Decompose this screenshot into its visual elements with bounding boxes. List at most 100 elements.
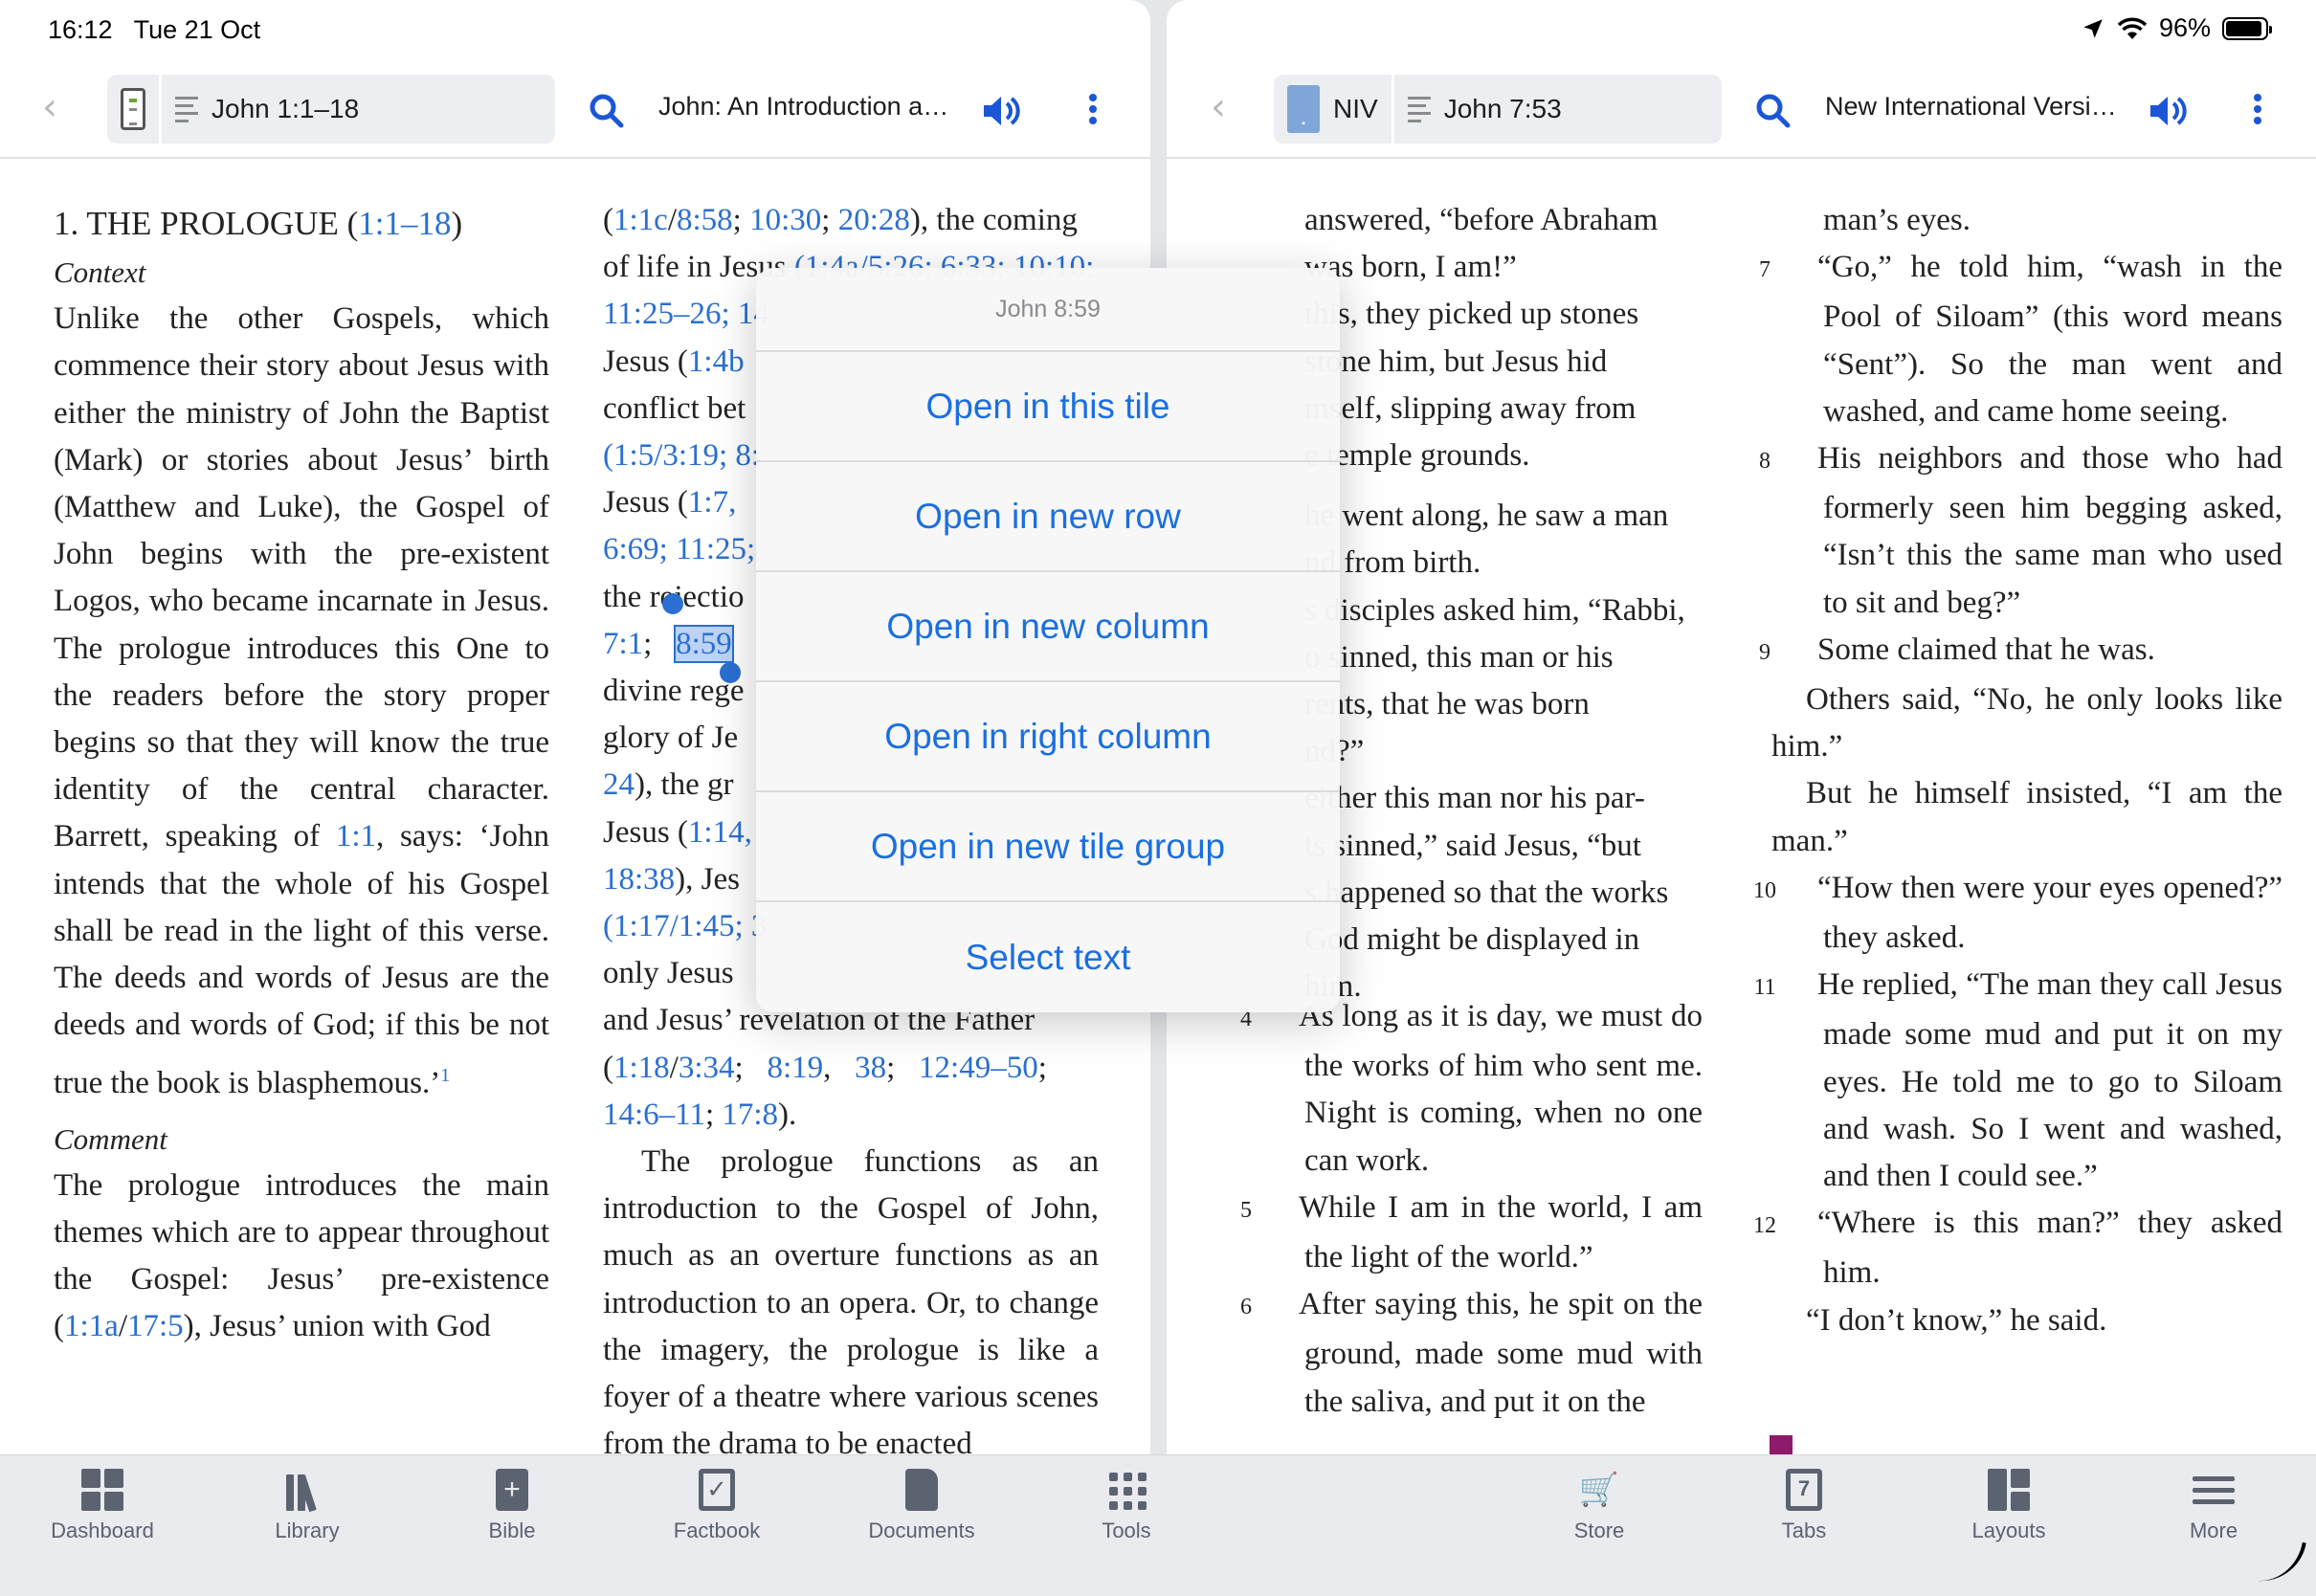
- menu-select-text[interactable]: Select text: [756, 902, 1340, 1012]
- version-label: NIV: [1333, 94, 1378, 123]
- left-reference-button[interactable]: John 1:1–18: [162, 75, 372, 144]
- ref-link[interactable]: 6:69; 11:25;: [603, 532, 755, 566]
- tab-bible[interactable]: + Bible: [445, 1469, 579, 1543]
- selected-ref-link[interactable]: 8:59: [674, 624, 734, 663]
- ref-link[interactable]: 11:25–26; 14: [603, 297, 769, 331]
- ref-link[interactable]: 14:6–11: [603, 1097, 705, 1132]
- ref-link[interactable]: 17:8: [722, 1097, 778, 1132]
- menu-open-in-new-tile-group[interactable]: Open in new tile group: [756, 792, 1340, 902]
- menu-open-in-new-row[interactable]: Open in new row: [756, 462, 1340, 572]
- left-resource-title[interactable]: John: An Introduction a…: [658, 92, 955, 122]
- list-icon: [1407, 96, 1431, 122]
- ref-link[interactable]: (1:5/3:19; 8:: [603, 438, 760, 473]
- verse-number[interactable]: 7: [1759, 247, 1817, 294]
- col2-line: 14:6–11; 17:8).: [603, 1097, 797, 1132]
- verse: 6 After saying this, he spit on the groun…: [1240, 1281, 1703, 1426]
- verse-number[interactable]: 6: [1240, 1284, 1299, 1331]
- bottom-tab-bar: Dashboard Library + Bible ✓ Factbook Doc…: [0, 1454, 2316, 1596]
- ref-link[interactable]: 7:1: [603, 627, 643, 661]
- verse: 8 His neighbors and those who had formerl…: [1759, 435, 2283, 627]
- col2-line: (1:1c/8:58; 10:30; 20:28), the coming: [603, 203, 1078, 237]
- right-more-icon[interactable]: [2248, 88, 2267, 130]
- bible-line: o sinned, this man or his: [1304, 639, 1614, 675]
- ref-link[interactable]: 1:18: [613, 1051, 670, 1085]
- tab-tabs[interactable]: 7 Tabs: [1737, 1469, 1871, 1543]
- left-reference-label: John 1:1–18: [212, 94, 360, 123]
- resource-icon-button[interactable]: [107, 75, 159, 144]
- ref-link[interactable]: 24: [603, 767, 635, 802]
- ref-link[interactable]: 20:28: [838, 203, 910, 237]
- ref-link[interactable]: 1:1a: [64, 1309, 119, 1343]
- bible-line: ts sinned,” said Jesus, “but: [1304, 828, 1641, 863]
- selection-handle-end[interactable]: [720, 662, 741, 683]
- menu-open-in-right-column[interactable]: Open in right column: [756, 682, 1340, 792]
- verse-number[interactable]: 8: [1759, 438, 1817, 485]
- layouts-icon: [1988, 1469, 2030, 1511]
- comment-label: Comment: [54, 1121, 167, 1156]
- bible-icon: +: [496, 1469, 528, 1511]
- right-reference-button[interactable]: John 7:53: [1394, 75, 1575, 144]
- menu-open-in-new-column[interactable]: Open in new column: [756, 572, 1340, 682]
- verse: 11 He replied, “The man they call Jesus m…: [1753, 962, 2283, 1200]
- ref-link[interactable]: (1:17/1:45; 3: [603, 909, 767, 943]
- verse-number[interactable]: 10: [1753, 868, 1817, 915]
- right-resource-title[interactable]: New International Versi…: [1825, 92, 2122, 122]
- left-more-icon[interactable]: [1083, 88, 1102, 130]
- bible-line: But he himself insisted, “I am the man.”: [1771, 776, 2283, 858]
- list-icon: [175, 96, 198, 122]
- ref-link[interactable]: 8:58: [677, 203, 733, 237]
- ref-link[interactable]: 18:38: [603, 862, 675, 897]
- tab-factbook[interactable]: ✓ Factbook: [650, 1469, 784, 1543]
- bible-line: s disciples asked him, “Rabbi,: [1304, 592, 1685, 628]
- tab-store[interactable]: 🛒 Store: [1532, 1469, 1666, 1543]
- verse-number[interactable]: 12: [1753, 1203, 1817, 1250]
- left-reference-box[interactable]: John 1:1–18: [107, 75, 555, 144]
- tab-dashboard[interactable]: Dashboard: [35, 1469, 169, 1543]
- search-icon[interactable]: [586, 90, 628, 132]
- left-column-1: 1. THE PROLOGUE (1:1–18) Context Unlike …: [54, 199, 549, 1351]
- context-paragraph: Unlike the other Gospels, which commence…: [54, 301, 549, 1101]
- tab-library[interactable]: Library: [240, 1469, 374, 1543]
- library-icon: [286, 1469, 328, 1513]
- ref-link[interactable]: 12:49–50: [919, 1051, 1038, 1085]
- speaker-icon[interactable]: [980, 90, 1022, 132]
- speaker-icon[interactable]: [2147, 90, 2189, 132]
- ref-link[interactable]: 38: [855, 1051, 886, 1085]
- bible-line: stone him, but Jesus hid: [1304, 344, 1608, 379]
- verse-number[interactable]: 11: [1753, 964, 1817, 1011]
- tab-more[interactable]: More: [2147, 1469, 2281, 1543]
- ref-link[interactable]: 1:4b: [688, 344, 745, 379]
- ref-link[interactable]: 1:1c: [613, 203, 668, 237]
- dashboard-icon: [81, 1469, 123, 1511]
- right-reference-box[interactable]: ▪ NIV John 7:53: [1274, 75, 1722, 144]
- tab-tools[interactable]: Tools: [1059, 1469, 1193, 1543]
- search-icon[interactable]: [1752, 90, 1794, 132]
- ref-link[interactable]: 17:5: [127, 1309, 184, 1343]
- selection-handle-start[interactable]: [662, 593, 683, 614]
- bible-line: nd from birth.: [1304, 545, 1481, 581]
- bible-line: this, they picked up stones: [1304, 297, 1639, 332]
- ref-link[interactable]: 10:30: [749, 203, 821, 237]
- back-chevron-icon[interactable]: ‹: [42, 86, 80, 128]
- ref-link[interactable]: 1:14,: [688, 815, 752, 850]
- ref-link[interactable]: 1:7,: [688, 485, 736, 520]
- menu-open-in-this-tile[interactable]: Open in this tile: [756, 352, 1340, 462]
- menu-title: John 8:59: [756, 268, 1340, 352]
- ref-link[interactable]: 3:34: [679, 1051, 735, 1085]
- bible-line: he went along, he saw a man: [1304, 499, 1669, 534]
- highlight-marker[interactable]: [1770, 1435, 1793, 1454]
- heading-ref-link[interactable]: 1:1–18: [358, 205, 451, 242]
- back-chevron-icon[interactable]: ‹: [1211, 86, 1249, 128]
- ref-link[interactable]: 1:1: [336, 819, 376, 853]
- documents-icon: [905, 1469, 938, 1511]
- ref-link[interactable]: 8:19: [767, 1051, 823, 1085]
- verse-number[interactable]: 5: [1240, 1187, 1299, 1234]
- tab-layouts[interactable]: Layouts: [1942, 1469, 2076, 1543]
- verse-number[interactable]: 9: [1759, 630, 1817, 676]
- version-button[interactable]: ▪ NIV: [1274, 75, 1392, 144]
- comment-paragraph: The prologue introduces the main themes …: [54, 1167, 549, 1344]
- tab-documents[interactable]: Documents: [855, 1469, 989, 1543]
- verse: 5 While I am in the world, I am the light…: [1240, 1185, 1703, 1281]
- verse: 9 Some claimed that he was.: [1759, 627, 2283, 676]
- footnote-link[interactable]: 1: [440, 1065, 450, 1086]
